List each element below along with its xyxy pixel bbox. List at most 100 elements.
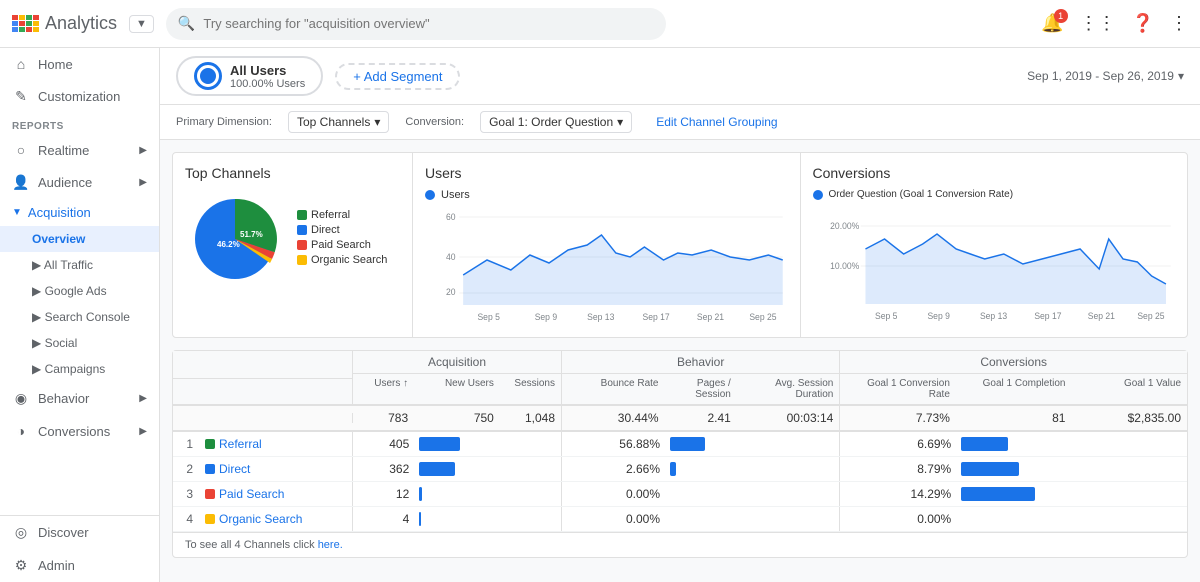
edit-channel-grouping-link[interactable]: Edit Channel Grouping xyxy=(656,115,777,129)
sidebar-item-home[interactable]: ⌂ Home xyxy=(0,48,159,80)
row-goal1-value xyxy=(1070,489,1187,499)
sidebar-item-customization[interactable]: ✎ Customization xyxy=(0,80,159,113)
add-segment-button[interactable]: + Add Segment xyxy=(335,63,460,90)
new-users-bar xyxy=(419,462,455,476)
th-conversions-cols: Goal 1 Conversion Rate Goal 1 Completion… xyxy=(840,374,1187,404)
row-goal1-completion-bar-cell xyxy=(957,457,1070,481)
th-behavior-label: Behavior xyxy=(562,351,839,374)
segment-pct: 100.00% Users xyxy=(230,78,305,90)
table-row: 1 Referral 405 56.88% 6.69% xyxy=(173,432,1187,457)
channel-link[interactable]: Paid Search xyxy=(219,487,284,501)
bounce-bar xyxy=(670,462,676,476)
sidebar-sub-social[interactable]: ▶ Social xyxy=(0,330,159,356)
sidebar-item-realtime[interactable]: ○ Realtime ▶ xyxy=(0,134,159,166)
help-icon[interactable]: ❓ xyxy=(1132,13,1154,34)
total-pages-session: 2.41 xyxy=(665,406,737,430)
add-segment-label: + Add Segment xyxy=(353,69,442,84)
table-footer: To see all 4 Channels click here. xyxy=(173,532,1187,557)
sidebar-item-audience[interactable]: 👤 Audience ▶ xyxy=(0,166,159,199)
total-new-users: 750 xyxy=(414,406,500,430)
content-area: All Users 100.00% Users + Add Segment Se… xyxy=(160,48,1200,582)
logo-icon xyxy=(12,15,39,32)
sidebar-label-behavior: Behavior xyxy=(38,391,89,406)
svg-text:Sep 17: Sep 17 xyxy=(1034,311,1061,321)
row-bounce-bar-cell xyxy=(666,482,735,506)
channel-dot xyxy=(205,514,215,524)
sidebar-sub-search-console[interactable]: ▶ Search Console xyxy=(0,304,159,330)
th-goal1-rate: Goal 1 Conversion Rate xyxy=(840,374,956,404)
sidebar-sub-google-ads[interactable]: ▶ Google Ads xyxy=(0,278,159,304)
svg-text:Sep 17: Sep 17 xyxy=(643,312,670,322)
svg-text:20: 20 xyxy=(446,287,456,297)
sidebar-sub-all-traffic[interactable]: ▶ All Traffic xyxy=(0,252,159,278)
row-users: 4 xyxy=(353,507,415,531)
channel-link[interactable]: Direct xyxy=(219,462,250,476)
date-range[interactable]: Sep 1, 2019 - Sep 26, 2019 ▾ xyxy=(1027,69,1184,83)
sidebar-item-admin[interactable]: ⚙ Admin xyxy=(0,549,159,582)
svg-text:Sep 13: Sep 13 xyxy=(587,312,614,322)
sidebar-item-conversions[interactable]: ◑ Conversions ▶ xyxy=(0,415,159,447)
referral-label: Referral xyxy=(311,209,350,221)
users-legend: Users xyxy=(425,189,788,201)
sidebar-item-discover[interactable]: ◎ Discover xyxy=(0,516,159,549)
header-right: 🔔 1 ⋮⋮ ❓ ⋮ xyxy=(1041,13,1188,34)
th-bounce-rate: Bounce Rate xyxy=(562,374,665,404)
conversions-chart-area: 20.00% 10.00% Sep 5 Sep 9 Sep 13 Sep 17 … xyxy=(813,204,1176,324)
audience-icon: 👤 xyxy=(12,174,30,191)
row-goal1-rate: 6.69% xyxy=(840,432,957,456)
row-avg-duration xyxy=(735,514,839,524)
row-users: 362 xyxy=(353,457,415,481)
property-selector[interactable]: ▼ xyxy=(129,15,154,33)
data-table: Acquisition Users ↑ New Users Sessions B… xyxy=(172,350,1188,558)
table-row: 3 Paid Search 12 0.00% 14.29% xyxy=(173,482,1187,507)
search-icon: 🔍 xyxy=(178,15,195,32)
direct-dot xyxy=(297,225,307,235)
sidebar-label-admin: Admin xyxy=(38,558,75,573)
sidebar-item-behavior[interactable]: ◉ Behavior ▶ xyxy=(0,382,159,415)
acquisition-arrow-icon: ▼ xyxy=(12,207,22,218)
primary-dim-chevron: ▾ xyxy=(374,115,380,129)
notification-button[interactable]: 🔔 1 xyxy=(1041,13,1063,34)
conversions-legend-label: Order Question (Goal 1 Conversion Rate) xyxy=(829,189,1014,200)
channel-dot xyxy=(205,464,215,474)
search-input[interactable] xyxy=(203,16,654,31)
conversion-chevron: ▾ xyxy=(617,115,623,129)
more-icon[interactable]: ⋮ xyxy=(1170,13,1188,34)
pie-area: 46.2% 51.7% Referral Direct xyxy=(185,189,400,289)
goal1-bar xyxy=(961,487,1034,501)
svg-text:Sep 21: Sep 21 xyxy=(1087,311,1114,321)
top-header: Analytics ▼ 🔍 🔔 1 ⋮⋮ ❓ ⋮ xyxy=(0,0,1200,48)
footer-text: To see all 4 Channels click xyxy=(185,539,315,551)
row-rank: 4 xyxy=(173,507,197,531)
users-legend-dot xyxy=(425,190,435,200)
sidebar-item-acquisition[interactable]: ▼ Acquisition xyxy=(0,199,159,226)
th-goal1-value: Goal 1 Value xyxy=(1071,374,1187,404)
logo-area: Analytics xyxy=(12,13,117,34)
channel-link[interactable]: Referral xyxy=(219,437,262,451)
conversion-select[interactable]: Goal 1: Order Question ▾ xyxy=(480,111,632,133)
search-bar[interactable]: 🔍 xyxy=(166,8,666,40)
total-avg-duration: 00:03:14 xyxy=(737,406,840,430)
th-avg-duration: Avg. Session Duration xyxy=(737,374,840,404)
sidebar-sub-campaigns[interactable]: ▶ Campaigns xyxy=(0,356,159,382)
primary-dim-select[interactable]: Top Channels ▾ xyxy=(288,111,389,133)
svg-text:40: 40 xyxy=(446,252,456,262)
footer-link[interactable]: here. xyxy=(318,539,343,551)
referral-dot xyxy=(297,210,307,220)
table-row: 4 Organic Search 4 0.00% 0.00% xyxy=(173,507,1187,532)
row-avg-duration xyxy=(735,489,839,499)
sidebar-label-audience: Audience xyxy=(38,175,92,190)
channel-dot xyxy=(205,489,215,499)
channel-link[interactable]: Organic Search xyxy=(219,512,302,526)
sidebar-label-discover: Discover xyxy=(38,525,89,540)
home-icon: ⌂ xyxy=(12,56,30,72)
sidebar-sub-overview[interactable]: Overview xyxy=(0,226,159,252)
svg-text:46.2%: 46.2% xyxy=(217,240,240,249)
row-goal1-rate: 8.79% xyxy=(840,457,957,481)
row-new-users-bar-cell xyxy=(415,457,498,481)
channel-dot xyxy=(205,439,215,449)
apps-icon[interactable]: ⋮⋮ xyxy=(1080,13,1116,34)
segment-circle-inner xyxy=(200,68,216,84)
total-bounce-rate: 30.44% xyxy=(562,406,665,430)
all-users-segment[interactable]: All Users 100.00% Users xyxy=(176,56,323,96)
